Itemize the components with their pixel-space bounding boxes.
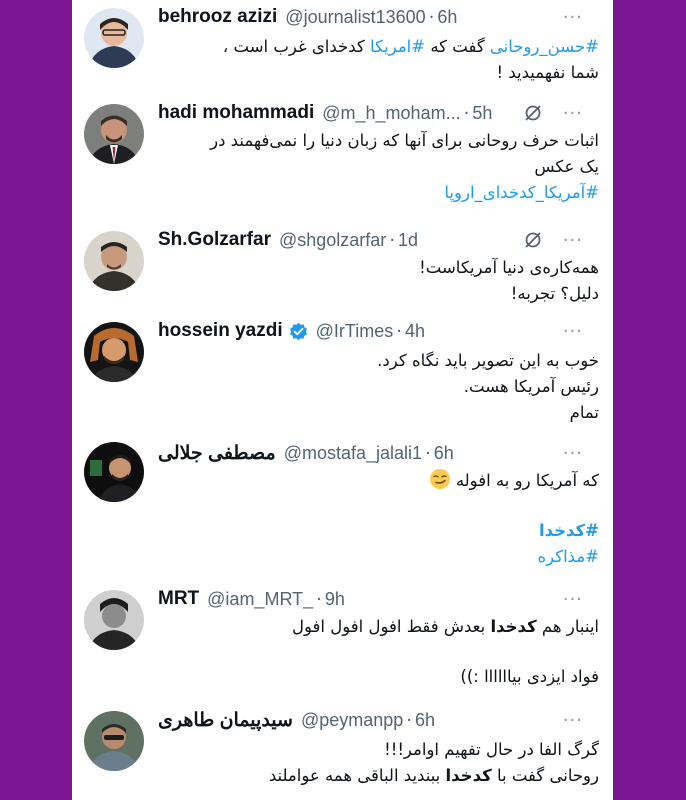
tweet-text: اثبات حرف روحانی برای آنها که زبان دنیا … <box>158 128 599 206</box>
tweet-line: اینبار هم کدخدا بعدش فقط افول افول افول <box>158 614 599 640</box>
tweet-line: همه‌کاره‌ی دنیا آمریکاست! <box>419 258 599 277</box>
user-handle[interactable]: @m_h_moham... <box>322 103 460 124</box>
timestamp[interactable]: 6h <box>437 7 457 28</box>
timestamp[interactable]: 6h <box>415 710 435 731</box>
text-span: که آمریکا رو به افوله <box>455 471 599 490</box>
text-span: اینبار هم <box>536 617 599 636</box>
separator-dot: · <box>406 709 413 731</box>
user-handle[interactable]: @mostafa_jalali1 <box>284 443 422 464</box>
tweet-sh-golzarfar[interactable]: Sh.Golzarfar @shgolzarfar · 1d ··· همه‌ک… <box>72 225 613 320</box>
tweet-line: گرگ الفا در حال تفهیم اوامر!!! <box>384 740 599 759</box>
verified-badge-icon <box>289 322 307 340</box>
display-name[interactable]: سیدپیمان طاهری <box>158 709 293 732</box>
hashtag-link[interactable]: #امریکا <box>370 37 425 56</box>
tweet-hadi-mohammadi[interactable]: hadi mohammadi @m_h_moham... · 5h ··· اث… <box>72 100 613 225</box>
tweet-line: خوب به این تصویر باید نگاه کرد. <box>377 351 599 370</box>
tweet-line: #حسن_روحانی گفت که #امریکا کدخدای غرب اس… <box>158 34 599 60</box>
separator-dot: · <box>389 229 396 251</box>
grok-slash-circle-icon[interactable] <box>523 230 543 250</box>
timestamp[interactable]: 9h <box>325 589 345 610</box>
tweet-line: یک عکس <box>534 157 599 176</box>
user-handle[interactable]: @shgolzarfar <box>279 230 386 251</box>
hashtag-link[interactable]: #کدخدا <box>158 518 599 544</box>
display-name[interactable]: مصطفی جلالی <box>158 442 276 465</box>
more-dots-icon[interactable]: ··· <box>563 710 583 731</box>
tweet-text: خوب به این تصویر باید نگاه کرد. رئیس آمر… <box>158 348 599 426</box>
tweet-line: رئیس آمریکا هست. <box>463 377 599 396</box>
tweet-feed-panel: behrooz azizi @journalist13600 · 6h ··· … <box>72 0 613 800</box>
tweet-line: روحانی گفت با کدخدا ببندید الباقی همه عو… <box>158 763 599 789</box>
hashtag-link[interactable]: #مذاکره <box>158 544 599 570</box>
tweet-mostafa-jalali[interactable]: مصطفی جلالی @mostafa_jalali1 · 6h ··· که… <box>72 438 613 586</box>
timestamp[interactable]: 1d <box>398 230 418 251</box>
tweet-line: اثبات حرف روحانی برای آنها که زبان دنیا … <box>210 131 599 150</box>
smirking-face-emoji <box>429 469 450 489</box>
more-dots-icon[interactable]: ··· <box>563 589 583 610</box>
avatar[interactable] <box>84 322 144 382</box>
text-span: بعدش فقط افول افول افول <box>292 617 491 636</box>
display-name[interactable]: hossein yazdi <box>158 320 283 342</box>
avatar[interactable] <box>84 104 144 164</box>
tweet-text: همه‌کاره‌ی دنیا آمریکاست! دلیل؟ تجربه! <box>158 255 599 307</box>
text-span: کدخدای غرب است ، <box>222 37 370 56</box>
display-name[interactable]: Sh.Golzarfar <box>158 229 271 251</box>
more-dots-icon[interactable]: ··· <box>563 443 583 464</box>
timestamp[interactable]: 4h <box>405 321 425 342</box>
display-name[interactable]: MRT <box>158 588 199 610</box>
text-span: گفت که <box>425 37 490 56</box>
user-handle[interactable]: @journalist13600 <box>285 7 425 28</box>
avatar[interactable] <box>84 231 144 291</box>
tweet-line: دلیل؟ تجربه! <box>510 284 599 303</box>
hashtag-link[interactable]: #حسن_روحانی <box>490 37 599 56</box>
user-handle[interactable]: @iam_MRT_ <box>207 589 313 610</box>
more-dots-icon[interactable]: ··· <box>563 230 583 251</box>
text-span: روحانی گفت با <box>491 766 599 785</box>
separator-dot: · <box>463 102 470 124</box>
tweet-text: اینبار هم کدخدا بعدش فقط افول افول افول … <box>158 614 599 690</box>
timestamp[interactable]: 5h <box>472 103 492 124</box>
avatar[interactable] <box>84 8 144 68</box>
separator-dot: · <box>425 442 431 464</box>
separator-dot: · <box>396 320 402 342</box>
tweet-hossein-yazdi[interactable]: hossein yazdi @IrTimes · 4h ··· خوب به ا… <box>72 318 613 440</box>
timestamp[interactable]: 6h <box>434 443 454 464</box>
avatar[interactable] <box>84 711 144 771</box>
avatar[interactable] <box>84 590 144 650</box>
hashtag-link[interactable]: #آمریکا_کدخدای_اروپا <box>158 180 599 206</box>
text-span: ببندید الباقی همه عواملند <box>268 766 446 785</box>
display-name[interactable]: behrooz azizi <box>158 6 277 28</box>
tweet-line: فواد ایزدی بیاااااا :)) <box>460 667 599 686</box>
display-name[interactable]: hadi mohammadi <box>158 102 314 124</box>
tweet-text: که آمریکا رو به افوله #کدخدا #مذاکره <box>158 468 599 570</box>
bold-keyword: کدخدا <box>490 617 537 636</box>
tweet-text: #حسن_روحانی گفت که #امریکا کدخدای غرب اس… <box>158 34 599 86</box>
separator-dot: · <box>316 588 322 610</box>
tweet-line: تمام <box>569 403 599 422</box>
grok-slash-circle-icon[interactable] <box>523 103 543 123</box>
user-handle[interactable]: @peymanpp <box>301 710 403 731</box>
more-dots-icon[interactable]: ··· <box>563 321 583 342</box>
tweet-line: شما نفهمیدید ! <box>496 63 599 82</box>
separator-dot: · <box>428 6 435 28</box>
tweet-behrooz-azizi[interactable]: behrooz azizi @journalist13600 · 6h ··· … <box>72 0 613 100</box>
user-handle[interactable]: @IrTimes <box>316 321 394 342</box>
tweet-peyman-taheri[interactable]: سیدپیمان طاهری @peymanpp · 6h ··· گرگ ال… <box>72 703 613 800</box>
more-dots-icon[interactable]: ··· <box>563 7 583 28</box>
tweet-line: که آمریکا رو به افوله <box>158 468 599 494</box>
tweet-text: گرگ الفا در حال تفهیم اوامر!!! روحانی گف… <box>158 737 599 789</box>
more-dots-icon[interactable]: ··· <box>563 103 583 124</box>
avatar[interactable] <box>84 442 144 502</box>
tweet-mrt[interactable]: MRT @iam_MRT_ · 9h ··· اینبار هم کدخدا ب… <box>72 586 613 704</box>
bold-keyword: کدخدا <box>445 766 492 785</box>
